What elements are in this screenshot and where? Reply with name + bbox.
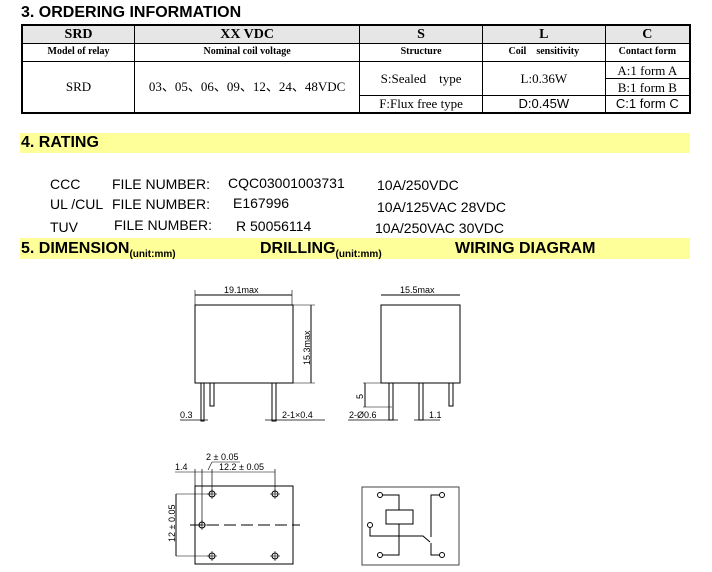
rating-value: 10A/250VAC 30VDC — [375, 220, 504, 236]
pin-length-label: 5 — [355, 394, 365, 399]
drill-hole — [270, 489, 280, 499]
terminal-common — [367, 522, 373, 528]
wire — [430, 494, 439, 537]
dimension-title-bar: 5. DIMENSION(unit:mm) DRILLING(unit:mm) … — [20, 238, 690, 260]
header-code-structure: S — [359, 24, 483, 44]
header-label-voltage: Nominal coil voltage — [134, 43, 361, 62]
drill-hole — [207, 489, 217, 499]
pin — [209, 382, 215, 407]
relay-body-side — [380, 304, 461, 384]
terminal-coil-top — [377, 492, 383, 498]
terminal-no — [439, 552, 445, 558]
width-label: 15.5max — [400, 285, 435, 295]
section-ordering-title: 3. ORDERING INFORMATION — [21, 4, 242, 21]
wiring-diagram — [361, 486, 460, 566]
voltage-cell: 03、05、06、09、12、24、48VDC — [134, 61, 361, 113]
drilling-unit: (unit:mm) — [335, 249, 382, 260]
header-code-model: SRD — [21, 24, 136, 44]
spacing-small-label: 2 ± 0.05 — [206, 452, 238, 462]
ordering-table: SRD XX VDC S L C Model of relay Nominal … — [21, 24, 691, 114]
dimension-unit: (unit:mm) — [129, 249, 176, 260]
wire — [383, 524, 400, 556]
terminal-nc — [439, 492, 445, 498]
height-label: 15.3max — [302, 330, 312, 365]
drill-hole — [197, 520, 207, 530]
relay-body-front — [194, 304, 294, 384]
spacing-y-label: 12 ± 0.05 — [167, 505, 177, 542]
pin-width-label: 2-1×0.4 — [282, 410, 313, 420]
model-cell: SRD — [21, 61, 136, 113]
contact-cell-c: C:1 form C — [604, 95, 691, 113]
dimension-title-text: 5. DIMENSION — [21, 240, 130, 257]
spacing-x-label: 12.2 ± 0.05 — [219, 462, 264, 472]
table-header-labels: Model of relay Nominal coil voltage Stru… — [21, 43, 691, 62]
drill-hole — [207, 551, 217, 561]
pin-width-label: 1.1 — [429, 410, 442, 420]
header-code-contact: C — [604, 24, 691, 44]
header-label-structure: Structure — [359, 43, 483, 62]
sensitivity-cell-d: D:0.45W — [481, 95, 606, 113]
section-dimension-title: 5. DIMENSION(unit:mm) — [21, 240, 176, 260]
header-label-sensitivity: Coil sensitivity — [481, 43, 606, 62]
section-wiring-title: WIRING DIAGRAM — [455, 240, 596, 257]
wire — [382, 494, 400, 510]
rating-file-number: CQC03001003731 — [228, 175, 345, 191]
drill-hole — [270, 551, 280, 561]
terminal-coil-bottom — [377, 552, 383, 558]
rating-file-number: E167996 — [233, 195, 290, 211]
pin — [418, 382, 424, 421]
drilling-title-text: DRILLING — [260, 240, 336, 257]
header-label-model: Model of relay — [21, 43, 136, 62]
structure-cell-sealed: S:Sealed type — [359, 61, 483, 96]
pin-diameter-label: 2-Ø0.6 — [349, 410, 377, 420]
pin — [271, 382, 277, 422]
rating-agency: CCC — [50, 176, 81, 192]
table-row: SRD 03、05、06、09、12、24、48VDC S:Sealed typ… — [21, 61, 691, 113]
rating-value: 10A/250VDC — [377, 177, 459, 193]
coil-symbol — [385, 509, 414, 525]
contact-cell-b: B:1 form B — [604, 78, 691, 96]
pin — [388, 382, 394, 421]
section-drilling-title: DRILLING(unit:mm) — [260, 240, 382, 260]
rating-label: FILE NUMBER: — [114, 217, 213, 233]
side-view-drawing: 15.5max 5 2-Ø0.6 1.1 — [348, 285, 461, 421]
drilling-drawing: 2 ± 0.05 1.4 12.2 ± 0.05 12 ± 0.05 — [167, 452, 300, 565]
rating-title-bar: 4. RATING — [20, 133, 690, 153]
rating-value: 10A/125VAC 28VDC — [377, 199, 506, 215]
rating-agency: TUV — [50, 219, 78, 235]
width-label: 19.1max — [224, 285, 259, 295]
structure-cell-flux: F:Flux free type — [359, 95, 483, 113]
pin — [448, 382, 454, 407]
pin — [200, 382, 205, 422]
header-label-contact: Contact form — [604, 43, 691, 62]
switch-arm — [369, 527, 431, 543]
section-rating-title: 4. RATING — [21, 134, 99, 151]
contact-cell-a: A:1 form A — [604, 61, 691, 79]
front-view-drawing: 19.1max 15.3max 0.3 2-1×0.4 — [180, 285, 325, 422]
offset-label: 1.4 — [175, 462, 188, 472]
table-header-codes: SRD XX VDC S L C — [21, 24, 691, 44]
rating-agency: UL /CUL — [50, 196, 104, 212]
header-code-voltage: XX VDC — [134, 24, 361, 44]
wire — [430, 543, 439, 556]
rating-file-number: R 50056114 — [236, 218, 312, 234]
header-code-sensitivity: L — [481, 24, 606, 44]
sensitivity-cell-l: L:0.36W — [481, 61, 606, 96]
rating-label: FILE NUMBER: — [112, 176, 211, 192]
pin-thickness-label: 0.3 — [180, 410, 193, 420]
rating-label: FILE NUMBER: — [112, 196, 211, 212]
